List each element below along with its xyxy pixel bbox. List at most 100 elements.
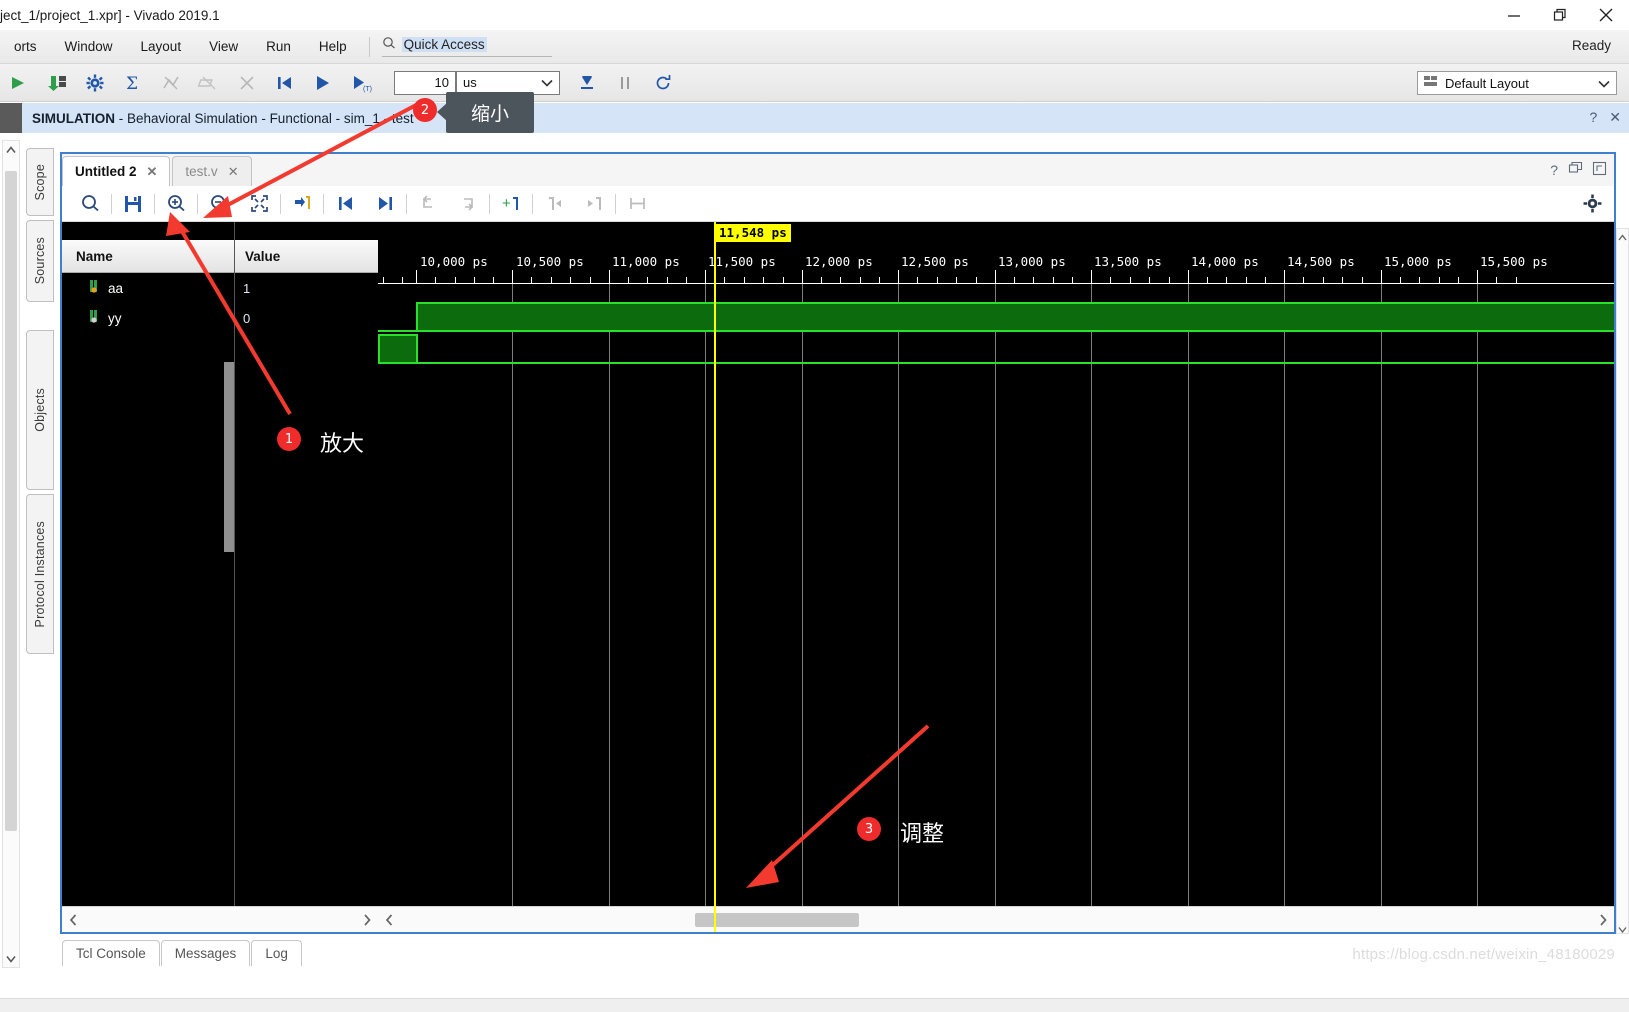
waveform-canvas[interactable]: 10,000 ps 10,500 ps 11,000 ps 11,500 ps … xyxy=(378,222,1614,932)
svg-text:(T): (T) xyxy=(363,86,372,93)
tick-label-9: 14,500 ps xyxy=(1287,254,1355,269)
close-icon[interactable]: ✕ xyxy=(228,164,239,180)
vtab-sources[interactable]: Sources xyxy=(26,220,54,302)
svg-text:Σ: Σ xyxy=(126,74,138,94)
vtab-objects[interactable]: Objects xyxy=(26,330,54,490)
menu-view[interactable]: View xyxy=(195,30,252,64)
zoom-out-icon[interactable] xyxy=(199,188,239,220)
quick-access-text: Quick Access xyxy=(401,37,487,52)
menu-window[interactable]: Window xyxy=(51,30,127,64)
close-button[interactable] xyxy=(1583,0,1629,30)
menu-help-label: Help xyxy=(318,39,347,54)
sigma-icon[interactable]: Σ xyxy=(114,64,152,102)
save-waveform-icon[interactable] xyxy=(113,188,153,220)
waveform-settings-gear-icon[interactable] xyxy=(1583,194,1602,216)
signal-row-yy[interactable]: yy xyxy=(62,303,234,333)
time-unit-value: us xyxy=(463,74,477,90)
scroll-right-icon[interactable] xyxy=(356,907,378,933)
panel-tab-testv[interactable]: test.v ✕ xyxy=(172,156,252,186)
quick-access-input[interactable]: Quick Access xyxy=(381,36,552,57)
go-to-start-icon[interactable] xyxy=(325,188,365,220)
settings-gear-icon[interactable] xyxy=(76,64,114,102)
restore-button[interactable] xyxy=(1537,0,1583,30)
pause-icon[interactable] xyxy=(606,64,644,102)
annotation-badge-1: 1 xyxy=(277,427,301,451)
signal-row-aa[interactable]: aa xyxy=(62,273,234,303)
time-ruler[interactable]: 10,000 ps 10,500 ps 11,000 ps 11,500 ps … xyxy=(378,222,1614,284)
run-for-time-icon[interactable]: (T) xyxy=(342,64,380,102)
previous-marker-icon xyxy=(534,188,574,220)
names-vertical-scrollbar[interactable] xyxy=(224,362,234,552)
bottom-tab-messages[interactable]: Messages xyxy=(160,940,251,966)
go-to-end-icon[interactable] xyxy=(365,188,405,220)
names-hscrollbar[interactable] xyxy=(62,907,234,933)
values-hscrollbar[interactable] xyxy=(234,907,378,933)
waveform-scroll-track[interactable] xyxy=(400,907,1592,933)
bottom-tab-tcl-console[interactable]: Tcl Console xyxy=(62,940,160,966)
menu-bar: orts Window Layout View Run Help Quick A… xyxy=(0,30,1629,64)
zoom-to-cursor-icon[interactable] xyxy=(282,188,322,220)
outer-vertical-scrollbar[interactable] xyxy=(2,140,20,968)
annotation-badge-2: 2 xyxy=(413,98,437,122)
tick-label-5: 12,500 ps xyxy=(901,254,969,269)
tick-label-0: 10,000 ps xyxy=(420,254,488,269)
run-all-icon[interactable] xyxy=(0,64,38,102)
reset-icon[interactable] xyxy=(644,64,682,102)
restart-sim-icon[interactable] xyxy=(266,64,304,102)
swap-cursor-icon xyxy=(617,188,657,220)
run-all-to-end-icon[interactable] xyxy=(568,64,606,102)
waveform-toolbar: + xyxy=(62,186,1614,222)
scroll-down-icon[interactable] xyxy=(1618,922,1627,934)
simulation-time-input[interactable]: 10 xyxy=(394,70,456,95)
time-unit-select[interactable]: us xyxy=(456,70,560,95)
scroll-right-icon[interactable] xyxy=(1592,907,1614,933)
vtab-protocol-instances[interactable]: Protocol Instances xyxy=(26,494,54,654)
layout-select[interactable]: Default Layout xyxy=(1417,71,1617,95)
bottom-tab-log-label: Log xyxy=(265,946,288,961)
menu-layout[interactable]: Layout xyxy=(127,30,196,64)
close-icon[interactable]: ✕ xyxy=(147,164,158,180)
add-marker-icon[interactable]: + xyxy=(491,188,531,220)
status-bar xyxy=(0,998,1629,1012)
waveform-scroll-thumb[interactable] xyxy=(695,912,859,927)
bottom-tab-messages-label: Messages xyxy=(174,946,237,961)
help-icon[interactable]: ? xyxy=(1589,109,1597,126)
close-icon[interactable]: ✕ xyxy=(1609,109,1621,126)
waveform-outer-vscrollbar[interactable] xyxy=(1616,228,1629,934)
minimize-button[interactable] xyxy=(1491,0,1537,30)
maximize-icon[interactable] xyxy=(1592,161,1607,178)
scroll-left-icon[interactable] xyxy=(62,907,84,933)
step-binary-icon[interactable] xyxy=(38,64,76,102)
tick-label-7: 13,500 ps xyxy=(1094,254,1162,269)
simulation-banner-actions: ? ✕ xyxy=(1589,109,1621,126)
help-icon[interactable]: ? xyxy=(1550,162,1558,178)
vtab-scope[interactable]: Scope xyxy=(26,148,54,216)
column-header-value: Value xyxy=(235,240,378,273)
scroll-up-icon[interactable] xyxy=(1618,230,1627,241)
zoom-in-icon[interactable] xyxy=(156,188,196,220)
menu-help[interactable]: Help xyxy=(305,30,361,64)
run-icon[interactable] xyxy=(304,64,342,102)
panel-tab-untitled-2[interactable]: Untitled 2 ✕ xyxy=(62,156,171,186)
zoom-fit-icon[interactable] xyxy=(239,188,279,220)
search-icon[interactable] xyxy=(70,188,110,220)
title-bar: ject_1/project_1.xpr] - Vivado 2019.1 xyxy=(0,0,1629,30)
break-icon xyxy=(152,64,190,102)
waveform-cursor-line[interactable] xyxy=(714,222,716,932)
scroll-up-icon[interactable] xyxy=(3,141,19,158)
menu-divider xyxy=(368,36,370,57)
waveform-hscrollbar[interactable] xyxy=(378,907,1614,933)
signal-input-icon xyxy=(88,279,101,297)
wave-aa-low-segment xyxy=(378,330,418,332)
scrollbar-thumb[interactable] xyxy=(5,171,17,831)
annotation-badge-3-number: 3 xyxy=(864,821,874,837)
column-header-name: Name xyxy=(62,240,234,273)
scroll-down-icon[interactable] xyxy=(3,950,19,967)
float-icon[interactable] xyxy=(1568,161,1583,178)
bottom-tab-log[interactable]: Log xyxy=(251,940,302,966)
menu-run[interactable]: Run xyxy=(252,30,305,64)
scroll-left-icon[interactable] xyxy=(378,907,400,933)
tick-label-2: 11,000 ps xyxy=(612,254,680,269)
menu-reports[interactable]: orts xyxy=(0,30,51,64)
bottom-tab-tcl-console-label: Tcl Console xyxy=(76,946,146,961)
